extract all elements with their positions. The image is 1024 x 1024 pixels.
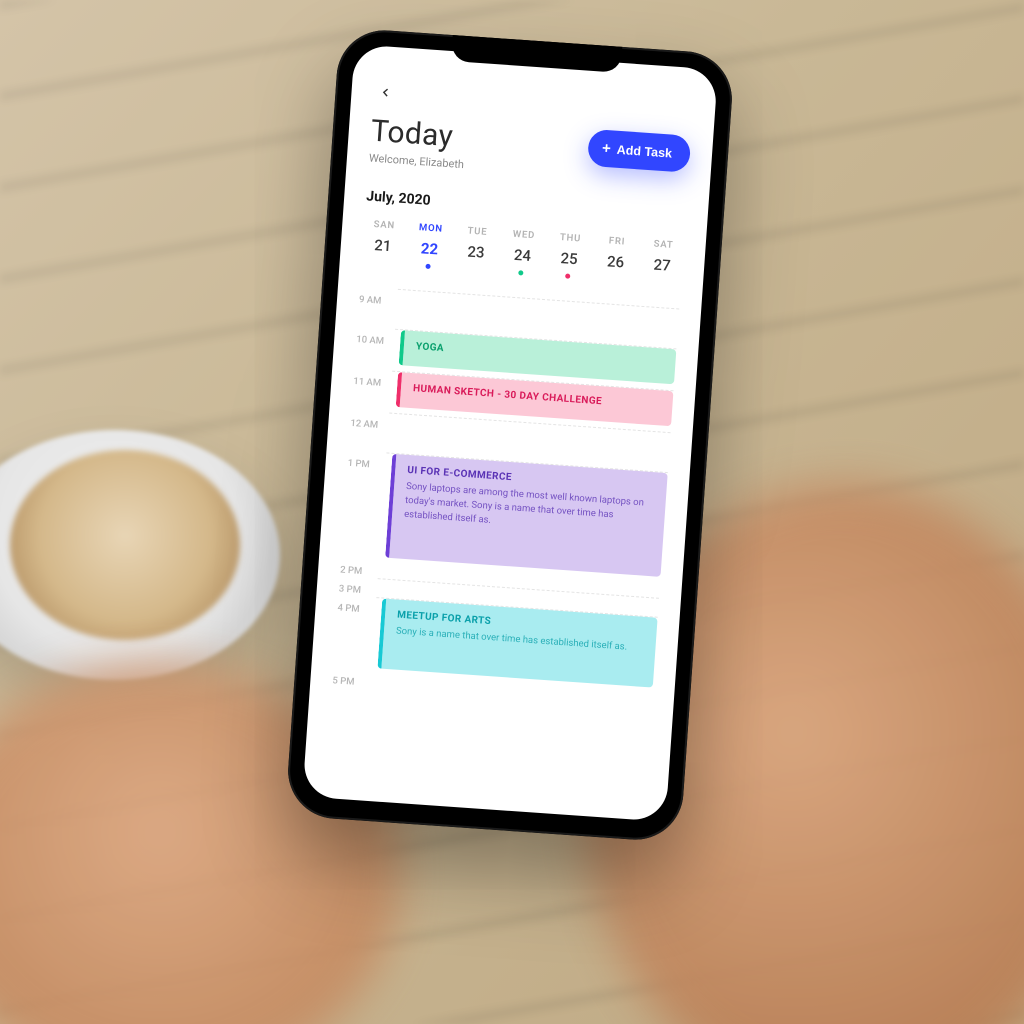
- hour-label: 12 AM: [350, 410, 389, 432]
- day-number: 24: [513, 246, 531, 265]
- day-san[interactable]: SAN 21: [362, 218, 405, 267]
- day-number: 23: [467, 243, 485, 262]
- event-card[interactable]: UI FOR E-COMMERCESony laptops are among …: [385, 454, 668, 577]
- plus-icon: +: [602, 141, 612, 157]
- day-sat[interactable]: SAT 27: [641, 238, 684, 287]
- day-of-week-label: TUE: [467, 226, 488, 238]
- day-of-week-label: SAN: [373, 219, 395, 231]
- day-number: 26: [606, 252, 624, 271]
- hour-label: 9 AM: [359, 286, 398, 308]
- page-title: Today: [370, 114, 467, 156]
- header: Today Welcome, Elizabeth + Add Task: [369, 114, 692, 187]
- day-of-week-label: FRI: [608, 235, 625, 247]
- day-number: 25: [560, 249, 578, 268]
- event-title: HUMAN SKETCH - 30 DAY CHALLENGE: [413, 383, 661, 411]
- back-button[interactable]: [373, 80, 399, 106]
- day-thu[interactable]: THU 25: [548, 231, 591, 280]
- time-slot: 1 PMUI FOR E-COMMERCESony laptops are am…: [341, 450, 668, 583]
- day-indicator-dot: [426, 264, 431, 269]
- hour-rail: UI FOR E-COMMERCESony laptops are among …: [379, 452, 668, 582]
- chevron-left-icon: [378, 85, 393, 100]
- hour-label: 2 PM: [340, 557, 379, 579]
- day-number: 22: [420, 239, 438, 258]
- app-screen: Today Welcome, Elizabeth + Add Task July…: [302, 44, 718, 822]
- hour-label: 4 PM: [337, 594, 376, 616]
- day-indicator-dot: [519, 270, 524, 275]
- day-indicator-dot: [565, 273, 570, 278]
- hour-label: 3 PM: [338, 575, 377, 597]
- day-of-week-label: SAT: [653, 239, 674, 251]
- day-mon[interactable]: MON 22: [408, 222, 451, 271]
- day-of-week-label: MON: [419, 222, 444, 235]
- hour-label: 10 AM: [356, 326, 395, 348]
- phone-device: Today Welcome, Elizabeth + Add Task July…: [285, 27, 735, 843]
- add-task-label: Add Task: [616, 142, 672, 160]
- coffee-foam: [10, 450, 240, 640]
- day-fri[interactable]: FRI 26: [594, 235, 637, 284]
- day-tue[interactable]: TUE 23: [455, 225, 498, 274]
- welcome-text: Welcome, Elizabeth: [369, 152, 465, 172]
- hour-label: 11 AM: [353, 368, 392, 390]
- day-of-week-label: THU: [560, 232, 582, 244]
- hour-rail: [398, 289, 679, 310]
- photo-scene: Today Welcome, Elizabeth + Add Task July…: [0, 0, 1024, 1024]
- day-of-week-label: WED: [512, 229, 535, 242]
- event-title: YOGA: [416, 341, 664, 369]
- week-strip: SAN 21 MON 22 TUE 23 WED 24 THU 25 FRI 26 SAT 27: [362, 218, 684, 286]
- day-number: 27: [653, 256, 671, 275]
- hour-label: 5 PM: [332, 667, 371, 689]
- timeline[interactable]: 9 AM 10 AM YOGA 11 AM HUMAN SKETCH - 30 DAY …: [332, 286, 679, 708]
- day-wed[interactable]: WED 24: [501, 228, 544, 277]
- hour-label: 1 PM: [347, 450, 386, 472]
- add-task-button[interactable]: + Add Task: [587, 129, 691, 173]
- day-number: 21: [374, 236, 392, 255]
